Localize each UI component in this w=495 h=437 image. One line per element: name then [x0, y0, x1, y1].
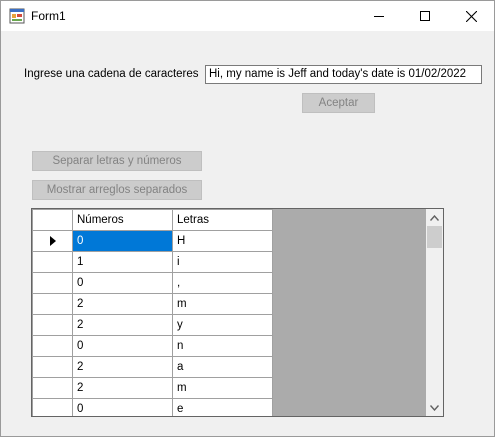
row-header[interactable] [32, 272, 73, 294]
chevron-up-icon [430, 214, 439, 221]
vertical-scrollbar[interactable] [426, 209, 443, 416]
grid-table: Números Letras 0 H 1 i 0 , 2 m 2 y 0 n 2… [32, 209, 273, 416]
maximize-icon [420, 11, 430, 21]
table-row[interactable]: 2 m [32, 293, 273, 315]
scroll-up-button[interactable] [426, 209, 443, 226]
cell-letra[interactable]: m [172, 377, 273, 399]
grid-corner-header[interactable] [32, 209, 73, 231]
cell-numero[interactable]: 2 [72, 314, 173, 336]
column-header-letras[interactable]: Letras [172, 209, 273, 231]
table-row[interactable]: 2 a [32, 356, 273, 378]
cell-numero[interactable]: 0 [72, 272, 173, 294]
table-row[interactable]: 2 y [32, 314, 273, 336]
current-row-arrow-icon [49, 236, 56, 246]
string-input[interactable] [205, 65, 482, 84]
row-header[interactable] [32, 335, 73, 357]
aceptar-button[interactable]: Aceptar [302, 93, 375, 113]
row-header[interactable] [32, 356, 73, 378]
close-icon [465, 10, 477, 22]
cell-letra[interactable]: H [172, 230, 273, 252]
cell-letra[interactable]: i [172, 251, 273, 273]
title-bar[interactable]: Form1 [1, 1, 494, 31]
chevron-down-icon [430, 404, 439, 411]
cell-letra[interactable]: e [172, 398, 273, 416]
scroll-down-button[interactable] [426, 399, 443, 416]
cell-letra[interactable]: n [172, 335, 273, 357]
form1-window: Form1 Ingrese una cadena de caracteres A… [0, 0, 495, 437]
cell-letra[interactable]: y [172, 314, 273, 336]
column-header-numeros[interactable]: Números [72, 209, 173, 231]
row-header[interactable] [32, 251, 73, 273]
cell-numero[interactable]: 2 [72, 293, 173, 315]
cell-letra[interactable]: a [172, 356, 273, 378]
cell-letra[interactable]: , [172, 272, 273, 294]
minimize-button[interactable] [356, 1, 402, 31]
window-title: Form1 [31, 9, 66, 23]
separar-button[interactable]: Separar letras y números [32, 151, 202, 171]
scroll-thumb[interactable] [427, 226, 442, 248]
mostrar-button[interactable]: Mostrar arreglos separados [32, 180, 202, 200]
cell-numero[interactable]: 2 [72, 377, 173, 399]
table-row[interactable]: 0 n [32, 335, 273, 357]
table-row[interactable]: 2 m [32, 377, 273, 399]
cell-numero[interactable]: 2 [72, 356, 173, 378]
table-row[interactable]: 0 e [32, 398, 273, 416]
app-icon [9, 8, 25, 24]
cell-numero[interactable]: 0 [72, 398, 173, 416]
cell-letra[interactable]: m [172, 293, 273, 315]
grid-header-row: Números Letras [32, 209, 273, 231]
row-header[interactable] [32, 293, 73, 315]
row-header[interactable] [32, 230, 73, 252]
cell-numero[interactable]: 1 [72, 251, 173, 273]
input-label: Ingrese una cadena de caracteres [24, 68, 199, 80]
cell-numero[interactable]: 0 [72, 230, 173, 252]
data-grid[interactable]: Números Letras 0 H 1 i 0 , 2 m 2 y 0 n 2… [31, 208, 444, 417]
row-header[interactable] [32, 398, 73, 416]
table-row[interactable]: 0 H [32, 230, 273, 252]
minimize-icon [374, 16, 384, 17]
table-row[interactable]: 0 , [32, 272, 273, 294]
row-header[interactable] [32, 314, 73, 336]
row-header[interactable] [32, 377, 73, 399]
maximize-button[interactable] [402, 1, 448, 31]
table-row[interactable]: 1 i [32, 251, 273, 273]
cell-numero[interactable]: 0 [72, 335, 173, 357]
close-button[interactable] [448, 1, 494, 31]
